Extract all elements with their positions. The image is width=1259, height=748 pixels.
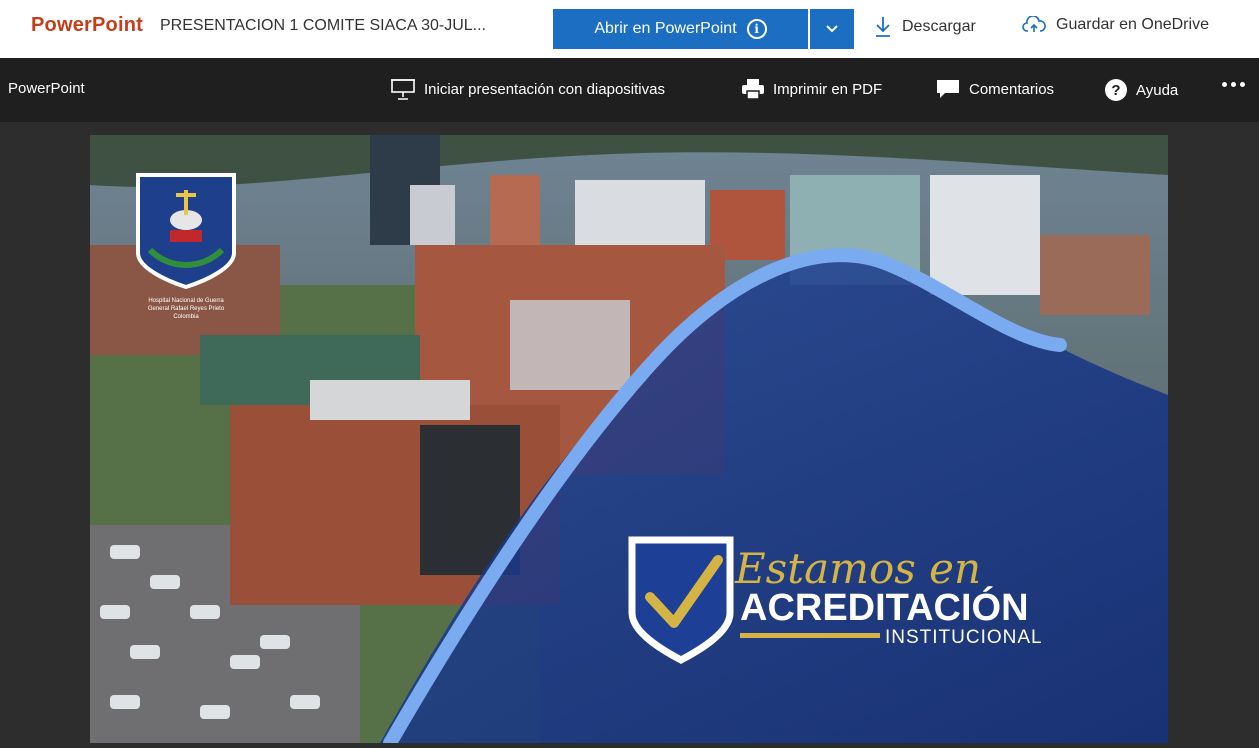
- start-slideshow-label: Iniciar presentación con diapositivas: [424, 80, 665, 98]
- more-icon[interactable]: [1222, 82, 1245, 87]
- emblem-caption-3: Colombia: [173, 314, 199, 320]
- comment-icon: [937, 80, 959, 98]
- download-icon: [876, 17, 890, 37]
- help-icon: ?: [1105, 79, 1127, 101]
- download-label: Descargar: [902, 18, 976, 35]
- svg-text:?: ?: [1111, 82, 1120, 99]
- more-dot: [1240, 82, 1245, 87]
- save-to-onedrive-button[interactable]: Guardar en OneDrive: [1022, 16, 1209, 34]
- check-shield-icon: [628, 536, 734, 665]
- more-dot: [1231, 82, 1236, 87]
- slide-subline: INSTITUCIONAL: [885, 627, 1043, 648]
- emblem-caption-2: General Rafael Reyes Prieto: [148, 306, 225, 312]
- hospital-emblem: Hospital Nacional de Guerra General Rafa…: [136, 173, 236, 320]
- comments-button[interactable]: Comentarios: [935, 78, 1054, 100]
- info-icon[interactable]: i: [746, 19, 767, 39]
- onedrive-label: Guardar en OneDrive: [1056, 16, 1209, 33]
- top-bar: PowerPoint PRESENTACION 1 COMITE SIACA 3…: [0, 0, 1259, 58]
- slide-headline: ACREDITACIÓN: [740, 585, 1029, 629]
- presentation-icon: [391, 79, 415, 100]
- help-button[interactable]: ? Ayuda: [1104, 78, 1178, 102]
- start-slideshow-button[interactable]: Iniciar presentación con diapositivas: [390, 78, 665, 100]
- slide-viewer: Hospital Nacional de Guerra General Rafa…: [0, 122, 1259, 748]
- slide-artwork: Hospital Nacional de Guerra General Rafa…: [90, 135, 1168, 743]
- open-options-dropdown[interactable]: [810, 9, 854, 49]
- comments-label: Comentarios: [969, 80, 1055, 98]
- help-label: Ayuda: [1136, 81, 1179, 99]
- cloud-upload-icon: [1022, 16, 1046, 32]
- document-title[interactable]: PRESENTACION 1 COMITE SIACA 30-JUL...: [160, 17, 486, 35]
- more-dot: [1222, 82, 1227, 87]
- open-in-powerpoint-button[interactable]: Abrir en PowerPoint i: [553, 9, 808, 49]
- chevron-down-icon: [826, 25, 838, 33]
- download-button[interactable]: Descargar: [874, 16, 976, 38]
- emblem-caption-1: Hospital Nacional de Guerra: [148, 298, 224, 304]
- app-brand[interactable]: PowerPoint: [31, 14, 143, 37]
- open-in-powerpoint-label: Abrir en PowerPoint: [594, 20, 737, 37]
- command-bar: PowerPoint Iniciar presentación con diap…: [0, 58, 1259, 122]
- gold-divider: [740, 633, 880, 638]
- slide-script-text: Estamos en: [734, 544, 981, 593]
- printer-icon: [742, 79, 764, 100]
- print-pdf-label: Imprimir en PDF: [773, 80, 883, 98]
- print-pdf-button[interactable]: Imprimir en PDF: [741, 78, 882, 100]
- app-name: PowerPoint: [8, 80, 85, 97]
- slide-canvas[interactable]: Hospital Nacional de Guerra General Rafa…: [90, 135, 1168, 743]
